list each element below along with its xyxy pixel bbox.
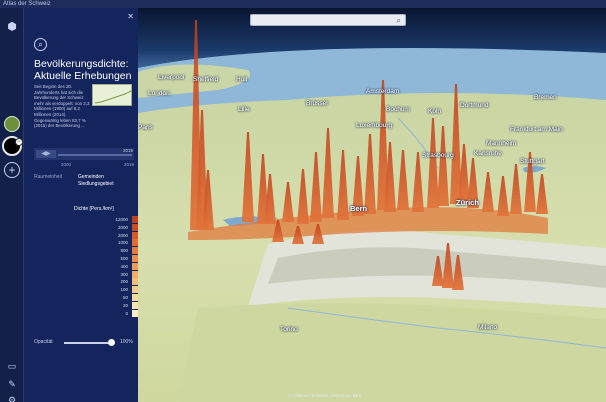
zoom-theme-icon[interactable]: ⌕ [34,38,47,51]
settings-icon[interactable]: ⚙ [4,392,20,402]
city-label: Bochum [386,106,410,113]
thumbnail-chart-icon [94,90,132,104]
time-slider[interactable]: ◀▶ 2019 2000 2019 [34,148,134,170]
city-label: Mannheim [486,140,517,147]
search-icon[interactable]: ⌕ [397,15,401,26]
legend-value: 300 [120,271,128,277]
layer-badge-icon: − [15,138,23,146]
opacity-value: 100% [120,339,133,345]
city-label: Lille [238,106,250,113]
theme-panel: ✕ ⌕ Bevölkerungsdichte: Aktuelle Erhebun… [24,8,146,402]
unit-option-gemeinden[interactable]: Gemeinden [78,174,104,181]
legend-value: 1000 [117,240,128,246]
city-label: Torino [280,326,298,333]
legend-value: 50 [122,295,128,300]
panel-title: Bevölkerungsdichte: Aktuelle Erhebungen [34,58,132,82]
city-label: Sheffield [193,76,219,83]
tools-icon[interactable]: ✎ [4,376,20,392]
map-canvas[interactable] [138,8,606,402]
city-label: Karlsruhe [474,150,502,157]
city-label: Luxembourg [356,122,393,129]
city-label: Stuttgart [520,158,545,165]
legend-value: 3000 [117,224,128,230]
play-button[interactable]: ◀▶ [36,150,56,158]
city-label: Hull [236,76,248,83]
legend-value: 2000 [117,232,128,238]
app-window: Atlas der Schweiz ⬢ − + ▭ ✎ ⚙ ✕ ⌕ Bevölk… [0,0,606,402]
city-label: Bremen [534,94,557,101]
city-label: Milano [478,324,498,331]
time-slider-track[interactable] [58,154,132,156]
basemap-icon[interactable] [4,116,20,132]
legend-value: 20 [122,302,128,308]
city-label: Amsterdam [366,88,400,95]
opacity-label: Opacität [34,339,53,345]
add-layer-icon[interactable]: + [4,162,20,178]
city-label: Liverpool [158,74,185,81]
close-icon[interactable]: ✕ [127,12,134,21]
opacity-slider-handle[interactable] [108,339,115,346]
info-icon[interactable]: ▭ [4,358,20,374]
time-end-label: 2019 [123,162,134,167]
opacity-control: Opacität 100% [34,338,134,348]
atlas-logo-icon[interactable]: ⬢ [4,18,20,34]
chart-thumbnail[interactable] [92,84,132,106]
city-label: Zürich [456,198,479,207]
city-label: London [148,90,170,97]
legend-value: 500 [120,256,128,261]
legend-value: 400 [120,263,128,269]
legend-value: 12000 [115,217,128,222]
city-label: Brüssel [306,100,328,107]
legend-value: 800 [120,248,128,254]
legend-value: 200 [120,279,128,285]
time-current: 2019 [122,148,133,153]
location-search-input[interactable]: ⌕ [250,14,406,26]
city-label: Frankfurt am Main [510,126,563,133]
city-label: Strasbourg [422,152,454,159]
panel-description: Seit Beginn des 20. Jahrhunderts hat sic… [34,84,90,129]
legend-value: 0 [125,310,128,316]
unit-option-siedlungsgebiet[interactable]: Siedlungsgebiet [78,181,114,188]
city-label: Dortmund [460,102,489,109]
city-label: Köln [428,108,442,115]
window-title: Atlas der Schweiz [0,0,606,8]
icon-rail: ⬢ − + ▭ ✎ ⚙ [0,8,24,402]
po-valley [178,303,606,402]
map-copyright: © Atlas der Schweiz, swisstopo, BFS [288,393,362,398]
city-label: Bern [350,204,368,213]
opacity-slider[interactable] [64,342,112,344]
map-view[interactable]: ⌕ Liverpool Sheffield Hull London Lille Brüss… [138,8,606,402]
city-label: Paris [138,124,153,131]
spatial-unit-label: Raumeinheit [34,174,63,180]
time-start-label: 2000 [61,162,72,167]
legend-value: 100 [120,287,128,293]
